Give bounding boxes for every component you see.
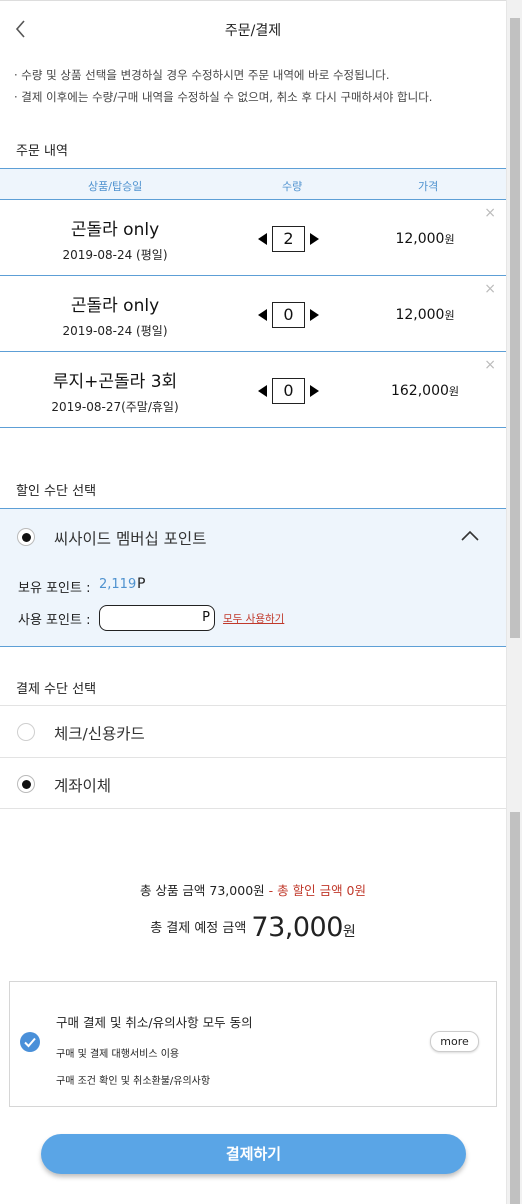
price: 12,000원 xyxy=(380,307,470,323)
page-title: 주문/결제 xyxy=(224,23,282,39)
product-name: 루지+곤돌라 3회 xyxy=(52,372,178,392)
payment-option-label[interactable]: 계좌이체 xyxy=(54,774,111,796)
quantity-stepper: 0 xyxy=(258,378,319,404)
more-button[interactable]: more xyxy=(430,1031,479,1052)
discount-radio[interactable] xyxy=(17,528,35,546)
price: 162,000원 xyxy=(380,383,470,399)
header: 주문/결제 xyxy=(0,0,506,58)
discount-total: 총 할인 금액 0원 xyxy=(277,883,366,898)
owned-points-label: 보유 포인트 : xyxy=(18,581,91,596)
discount-panel: 씨사이드 멤버십 포인트 보유 포인트 : 2,119 P 사용 포인트 : P… xyxy=(0,508,506,647)
increase-arrow-icon[interactable] xyxy=(310,309,319,321)
pay-button[interactable]: 결제하기 xyxy=(41,1134,466,1174)
notice-line: · 수량 및 상품 선택을 변경하실 경우 수정하시면 주문 내역에 바로 수정… xyxy=(14,68,390,82)
quantity-stepper: 0 xyxy=(258,302,319,328)
order-section-title: 주문 내역 xyxy=(16,144,68,159)
price-value: 12,000 xyxy=(395,231,445,247)
payment-option-transfer[interactable]: 계좌이체 xyxy=(0,757,506,809)
product-name: 곤돌라 only xyxy=(70,296,160,316)
goods-total: 총 상품 금액 73,000원 xyxy=(139,883,265,898)
remove-item-icon[interactable]: × xyxy=(484,206,496,220)
order-row: 루지+곤돌라 3회 2019-08-27(주말/휴일) 0 162,000원 × xyxy=(0,352,506,428)
column-header-qty: 수량 xyxy=(282,180,303,193)
discount-section-title: 할인 수단 선택 xyxy=(16,484,97,499)
decrease-arrow-icon[interactable] xyxy=(258,309,267,321)
discount-option-label[interactable]: 씨사이드 멤버십 포인트 xyxy=(54,527,206,549)
expected-total: 총 결제 예정 금액 73,000원 xyxy=(0,912,506,943)
notice-text: · 수량 및 상품 선택을 변경하실 경우 수정하시면 주문 내역에 바로 수정… xyxy=(14,64,432,108)
price-unit: 원 xyxy=(444,309,455,322)
quantity-value[interactable]: 2 xyxy=(272,226,305,252)
agree-item: 구매 조건 확인 및 취소환불/유의사항 xyxy=(56,1076,211,1087)
price-value: 12,000 xyxy=(395,307,445,323)
amount-summary: 총 상품 금액 73,000원 - 총 할인 금액 0원 xyxy=(0,880,506,899)
product-name: 곤돌라 only xyxy=(70,220,160,240)
decrease-arrow-icon[interactable] xyxy=(258,233,267,245)
payment-radio-transfer[interactable] xyxy=(17,775,35,793)
remove-item-icon[interactable]: × xyxy=(484,358,496,372)
agree-all-label[interactable]: 구매 결제 및 취소/유의사항 모두 동의 xyxy=(56,1012,253,1031)
total-label: 총 결제 예정 금액 xyxy=(150,921,247,936)
price-unit: 원 xyxy=(444,233,455,246)
price-unit: 원 xyxy=(448,385,460,398)
agreement-box: 구매 결제 및 취소/유의사항 모두 동의 구매 및 결제 대행서비스 이용 구… xyxy=(9,981,497,1107)
use-points-unit: P xyxy=(202,610,210,625)
use-all-points-link[interactable]: 모두 사용하기 xyxy=(223,611,284,626)
notice-line: · 결제 이후에는 수량/구매 내역을 수정하실 수 없으며, 취소 후 다시 … xyxy=(14,90,433,104)
decrease-arrow-icon[interactable] xyxy=(258,385,267,397)
column-header-price: 가격 xyxy=(418,180,439,193)
quantity-stepper: 2 xyxy=(258,226,319,252)
use-points-input[interactable] xyxy=(108,606,200,630)
remove-item-icon[interactable]: × xyxy=(484,282,496,296)
increase-arrow-icon[interactable] xyxy=(310,233,319,245)
payment-option-label[interactable]: 체크/신용카드 xyxy=(54,722,145,744)
column-header-product: 상품/탑승일 xyxy=(88,180,143,193)
order-table: 상품/탑승일 수량 가격 곤돌라 only 2019-08-24 (평일) 2 … xyxy=(0,168,506,428)
check-circle-icon[interactable] xyxy=(20,1032,40,1052)
order-row: 곤돌라 only 2019-08-24 (평일) 0 12,000원 × xyxy=(0,276,506,352)
use-points-label: 사용 포인트 : xyxy=(18,613,91,628)
payment-option-card[interactable]: 체크/신용카드 xyxy=(0,705,506,757)
quantity-value[interactable]: 0 xyxy=(272,378,305,404)
total-amount: 73,000 xyxy=(251,912,343,943)
owned-points-value: 2,119 xyxy=(99,577,137,592)
scrollbar-thumb[interactable] xyxy=(510,812,520,1204)
payment-section-title: 결제 수단 선택 xyxy=(16,682,97,697)
ride-date: 2019-08-24 (평일) xyxy=(62,248,168,262)
chevron-up-icon[interactable] xyxy=(461,529,479,541)
agree-item: 구매 및 결제 대행서비스 이용 xyxy=(56,1049,180,1060)
order-row: 곤돌라 only 2019-08-24 (평일) 2 12,000원 × xyxy=(0,200,506,276)
quantity-value[interactable]: 0 xyxy=(272,302,305,328)
owned-points-unit: P xyxy=(137,576,146,592)
price-value: 162,000 xyxy=(390,383,449,399)
total-unit: 원 xyxy=(342,924,356,940)
order-table-header: 상품/탑승일 수량 가격 xyxy=(0,168,506,200)
scrollbar[interactable] xyxy=(506,0,522,1204)
ride-date: 2019-08-27(주말/휴일) xyxy=(51,400,179,414)
summary-dash: - xyxy=(264,883,278,898)
order-payment-page: 주문/결제 · 수량 및 상품 선택을 변경하실 경우 수정하시면 주문 내역에… xyxy=(0,0,506,1204)
scrollbar-thumb[interactable] xyxy=(510,18,520,638)
price: 12,000원 xyxy=(380,231,470,247)
payment-radio-card[interactable] xyxy=(17,723,35,741)
increase-arrow-icon[interactable] xyxy=(310,385,319,397)
ride-date: 2019-08-24 (평일) xyxy=(62,324,168,338)
use-points-field: P xyxy=(99,605,215,631)
